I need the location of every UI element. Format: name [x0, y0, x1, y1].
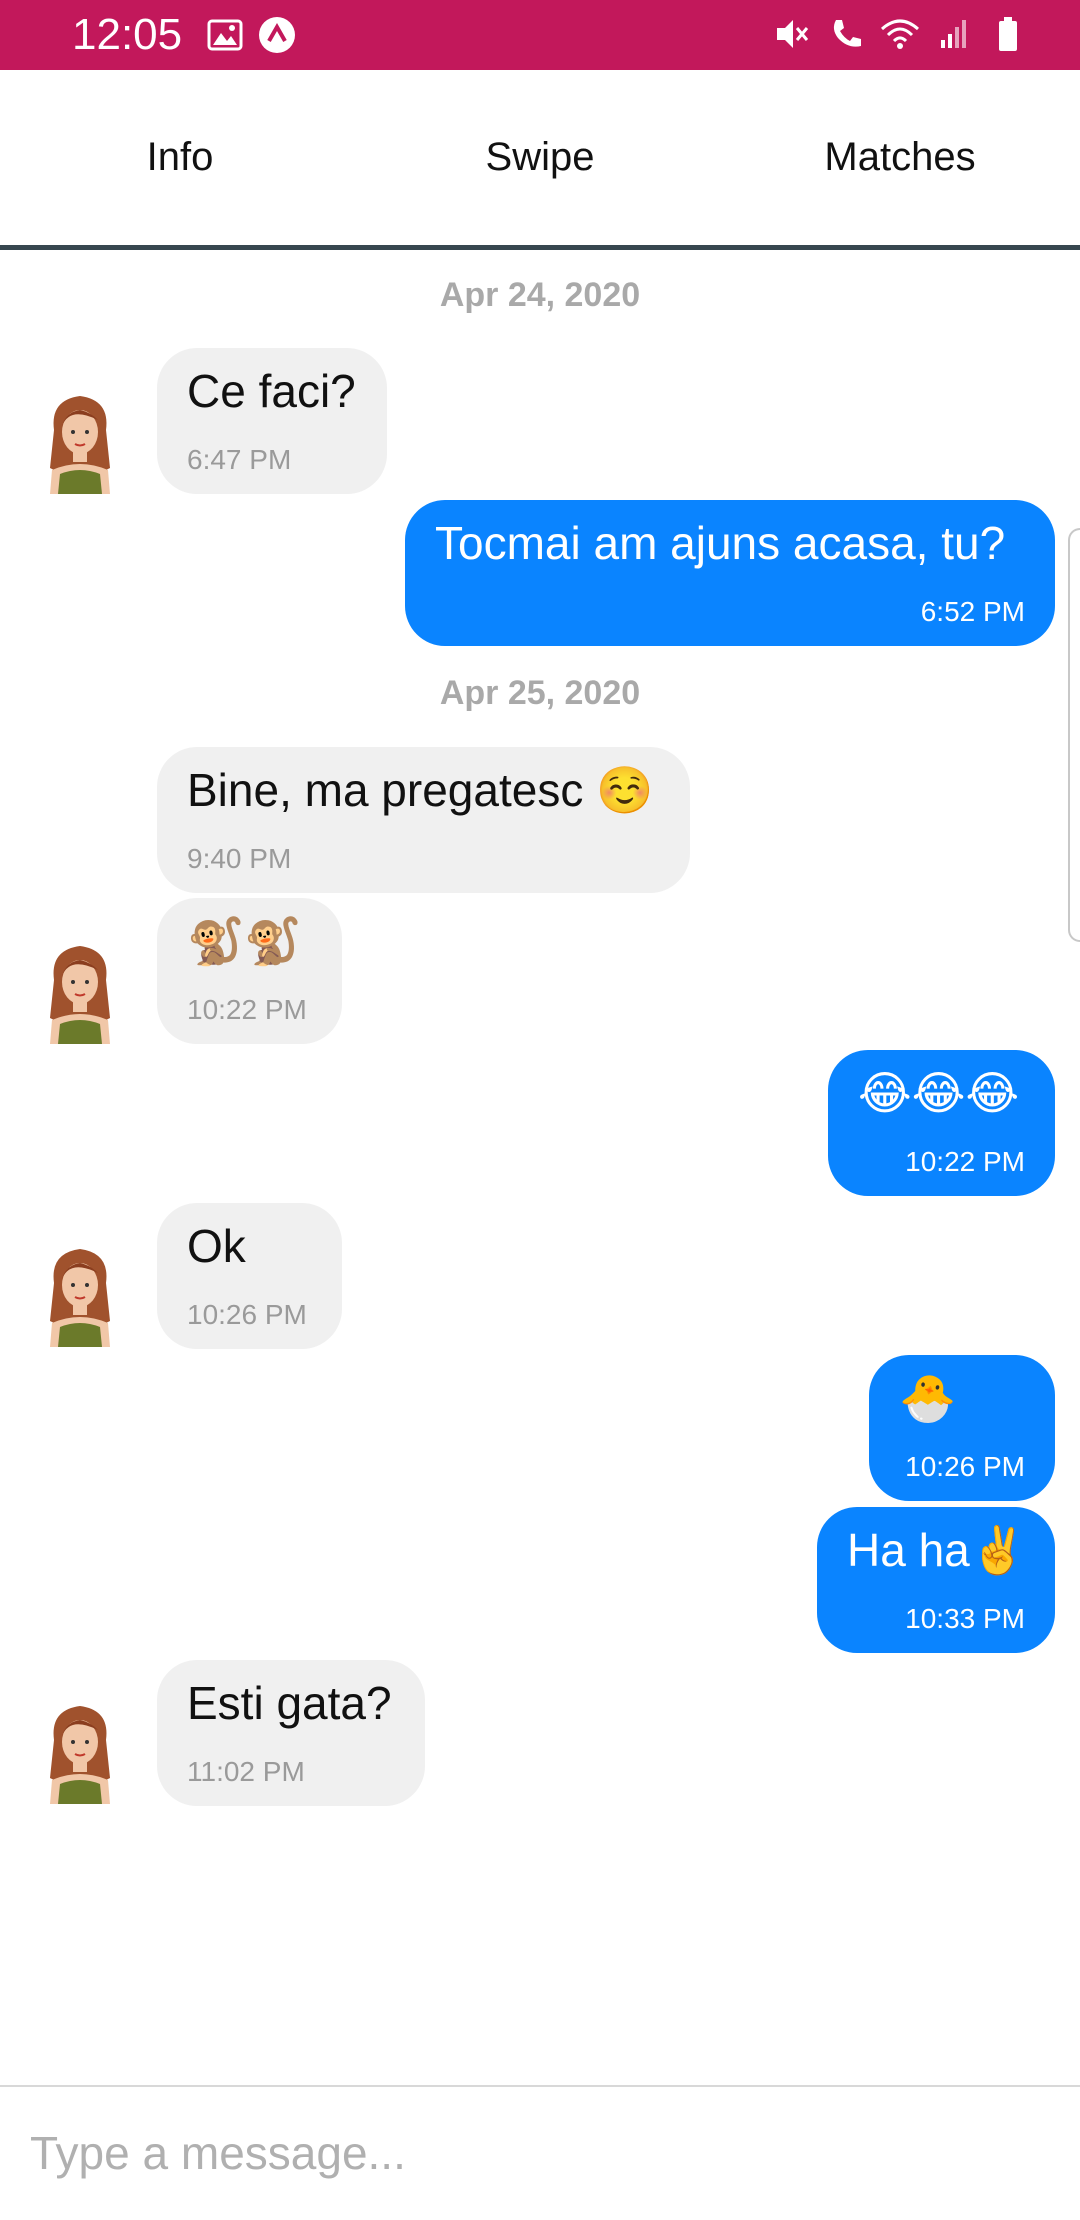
message-time: 10:26 PM	[905, 1451, 1025, 1482]
tab-swipe[interactable]: Swipe	[360, 70, 720, 245]
avatar[interactable]	[40, 1243, 120, 1347]
message-text: 🐒🐒	[187, 915, 302, 967]
wifi-icon	[880, 14, 920, 54]
message-text: 🐣	[899, 1372, 957, 1424]
message-time: 11:02 PM	[187, 1756, 305, 1787]
message-input[interactable]	[28, 2107, 1052, 2199]
message-bubble-incoming[interactable]: 🐒🐒 10:22 PM	[157, 898, 342, 1044]
chat-thread[interactable]: Apr 24, 2020 Ce faci? 6:47 PM Tocmai am …	[0, 250, 1080, 2085]
tab-info[interactable]: Info	[0, 70, 360, 245]
scrollbar[interactable]	[1068, 528, 1080, 942]
date-separator: Apr 25, 2020	[439, 674, 641, 712]
message-bubble-incoming[interactable]: Bine, ma pregatesc ☺️ 9:40 PM	[157, 747, 690, 893]
status-time: 12:05	[72, 10, 183, 59]
image-icon	[205, 15, 245, 55]
avatar[interactable]	[40, 1700, 120, 1804]
message-text: 😂😂😂	[858, 1067, 1020, 1119]
message-bubble-incoming[interactable]: Esti gata? 11:02 PM	[157, 1660, 425, 1806]
message-time: 10:33 PM	[905, 1603, 1025, 1634]
date-separator: Apr 24, 2020	[439, 276, 641, 314]
tab-bar: Info Swipe Matches	[0, 70, 1080, 250]
message-text: Esti gata?	[187, 1677, 392, 1729]
avatar[interactable]	[40, 940, 120, 1044]
message-time: 10:22 PM	[905, 1146, 1025, 1177]
message-text: Ha ha✌️	[847, 1524, 1028, 1576]
status-bar: 12:05	[0, 0, 1080, 70]
message-text: Tocmai am ajuns acasa, tu?	[435, 517, 1006, 569]
message-time: 10:26 PM	[187, 1299, 307, 1330]
message-bubble-incoming[interactable]: Ce faci? 6:47 PM	[157, 348, 387, 494]
tab-matches[interactable]: Matches	[720, 70, 1080, 245]
message-time: 6:52 PM	[920, 596, 1025, 627]
battery-icon	[988, 14, 1028, 54]
signal-icon	[934, 14, 974, 54]
mute-icon	[772, 14, 812, 54]
message-time: 10:22 PM	[187, 994, 307, 1025]
message-text: Ok	[187, 1220, 246, 1272]
message-text: Bine, ma pregatesc ☺️	[187, 764, 654, 816]
message-bubble-outgoing[interactable]: 🐣 10:26 PM	[869, 1355, 1055, 1501]
avatar[interactable]	[40, 390, 120, 494]
composer	[0, 2085, 1080, 2220]
message-time: 9:40 PM	[187, 843, 292, 874]
message-text: Ce faci?	[187, 365, 356, 417]
message-bubble-incoming[interactable]: Ok 10:26 PM	[157, 1203, 342, 1349]
message-time: 6:47 PM	[187, 444, 292, 475]
message-bubble-outgoing[interactable]: Ha ha✌️ 10:33 PM	[817, 1507, 1055, 1653]
wifi-calling-icon	[826, 14, 866, 54]
app-circle-icon	[257, 15, 297, 55]
message-bubble-outgoing[interactable]: 😂😂😂 10:22 PM	[828, 1050, 1055, 1196]
message-bubble-outgoing[interactable]: Tocmai am ajuns acasa, tu? 6:52 PM	[405, 500, 1055, 646]
